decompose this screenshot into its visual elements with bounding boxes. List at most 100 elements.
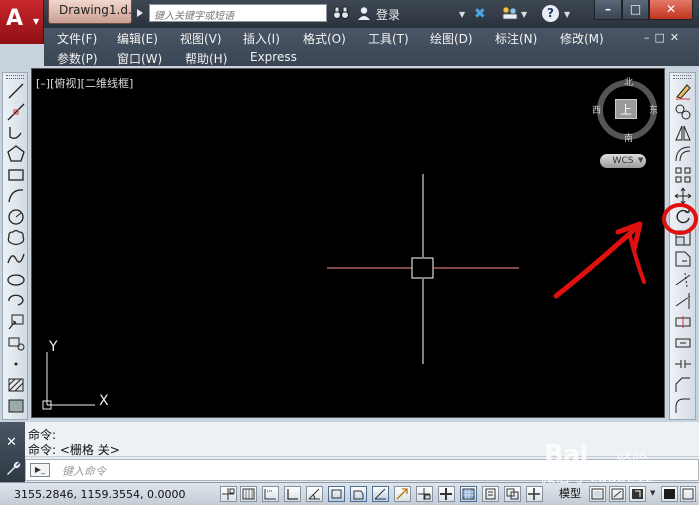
- document-tab[interactable]: Drawing1.d...: [48, 0, 139, 24]
- menu-window[interactable]: 窗口(W): [117, 50, 162, 67]
- menu-parametric[interactable]: 参数(P): [57, 50, 98, 67]
- help-dropdown-icon[interactable]: ▼: [564, 10, 570, 19]
- insert-block-icon[interactable]: [6, 312, 26, 332]
- quick-view-layouts-icon[interactable]: [589, 486, 606, 502]
- break-icon[interactable]: [673, 333, 693, 353]
- login-dropdown-icon[interactable]: ▼: [459, 10, 465, 19]
- menu-insert[interactable]: 插入(I): [243, 30, 280, 47]
- array-icon[interactable]: [673, 165, 693, 185]
- selection-cycling-icon[interactable]: [504, 486, 521, 502]
- annotation-scale-icon[interactable]: [629, 486, 646, 502]
- application-menu-button[interactable]: A ▼: [0, 0, 44, 44]
- status-dropdown-icon[interactable]: ▼: [650, 489, 655, 497]
- menu-express[interactable]: Express: [250, 50, 297, 64]
- join-icon[interactable]: [673, 354, 693, 374]
- coordinate-readout[interactable]: 3155.2846, 1159.3554, 0.0000: [14, 488, 185, 501]
- command-history-line: 命令: <栅格 关>: [28, 443, 120, 457]
- user-icon[interactable]: [357, 6, 371, 20]
- quick-view-drawings-icon[interactable]: [609, 486, 626, 502]
- snap-mode-icon[interactable]: [240, 486, 257, 502]
- transparency-icon[interactable]: [460, 486, 477, 502]
- model-space-button[interactable]: 模型: [555, 486, 585, 502]
- polar-tracking-icon[interactable]: [306, 486, 323, 502]
- viewcube-west[interactable]: 西: [592, 103, 601, 116]
- viewcube-south[interactable]: 南: [624, 131, 633, 144]
- offset-icon[interactable]: [673, 144, 693, 164]
- polygon-icon[interactable]: [6, 144, 26, 164]
- command-input[interactable]: 键入命令: [62, 463, 106, 479]
- annotation-monitor-icon[interactable]: [526, 486, 543, 502]
- spline-icon[interactable]: [6, 249, 26, 269]
- search-input[interactable]: 键入关键字或短语: [149, 4, 327, 22]
- 3d-object-snap-icon[interactable]: [350, 486, 367, 502]
- stay-connected-dropdown-icon[interactable]: ▼: [521, 10, 527, 19]
- maximize-button[interactable]: □: [622, 0, 649, 20]
- drawing-canvas[interactable]: [–][俯视][二维线框] 北 南 西 东 上 WCS ▼ Y X: [31, 68, 665, 418]
- exchange-apps-icon[interactable]: ✖: [474, 6, 486, 22]
- break-at-point-icon[interactable]: [673, 312, 693, 332]
- arc-icon[interactable]: [6, 186, 26, 206]
- toolbar-grip[interactable]: [673, 75, 691, 79]
- quick-properties-icon[interactable]: [482, 486, 499, 502]
- close-icon[interactable]: ✕: [6, 435, 17, 450]
- viewcube-north[interactable]: 北: [624, 75, 633, 88]
- ortho-mode-icon[interactable]: [284, 486, 301, 502]
- wcs-dropdown-icon[interactable]: ▼: [638, 156, 643, 164]
- workspace-switching-icon[interactable]: [661, 486, 678, 502]
- wrench-icon[interactable]: [5, 460, 21, 476]
- ellipse-arc-icon[interactable]: [6, 291, 26, 311]
- chamfer-icon[interactable]: [673, 375, 693, 395]
- menu-file[interactable]: 文件(F): [57, 30, 97, 47]
- menu-tools[interactable]: 工具(T): [368, 30, 409, 47]
- viewcube-east[interactable]: 东: [649, 103, 658, 116]
- command-prompt-icon[interactable]: ▶_: [30, 463, 50, 477]
- make-block-icon[interactable]: [6, 333, 26, 353]
- ellipse-icon[interactable]: [6, 270, 26, 290]
- menu-format[interactable]: 格式(O): [303, 30, 346, 47]
- clean-screen-icon[interactable]: [680, 486, 696, 502]
- viewcube-top-face[interactable]: 上: [615, 99, 637, 119]
- point-icon[interactable]: [6, 354, 26, 374]
- stretch-icon[interactable]: [673, 249, 693, 269]
- mirror-icon[interactable]: [673, 123, 693, 143]
- login-button[interactable]: 登录: [376, 6, 400, 23]
- grid-display-icon[interactable]: [262, 486, 279, 502]
- menu-draw[interactable]: 绘图(D): [430, 30, 473, 47]
- rotate-icon[interactable]: [673, 207, 693, 227]
- menu-modify[interactable]: 修改(M): [560, 30, 604, 47]
- menu-dimension[interactable]: 标注(N): [495, 30, 537, 47]
- tab-scroll-right-icon[interactable]: [137, 9, 143, 17]
- lineweight-icon[interactable]: [438, 486, 455, 502]
- scale-icon[interactable]: [673, 228, 693, 248]
- polyline-icon[interactable]: [6, 123, 26, 143]
- hatch-icon[interactable]: [6, 375, 26, 395]
- autocad-logo-icon: A: [6, 6, 24, 31]
- minimize-button[interactable]: –: [594, 0, 622, 20]
- infer-constraints-icon[interactable]: [220, 486, 237, 502]
- trim-icon[interactable]: [673, 270, 693, 290]
- binoculars-icon[interactable]: [333, 6, 349, 20]
- document-window-controls[interactable]: –□✕: [644, 31, 699, 45]
- help-icon[interactable]: ?: [542, 5, 559, 22]
- erase-icon[interactable]: [673, 81, 693, 101]
- stay-connected-icon[interactable]: [501, 6, 519, 20]
- fillet-icon[interactable]: [673, 396, 693, 416]
- copy-icon[interactable]: [673, 102, 693, 122]
- move-icon[interactable]: [673, 186, 693, 206]
- menu-edit[interactable]: 编辑(E): [117, 30, 158, 47]
- toolbar-grip[interactable]: [6, 75, 24, 79]
- line-icon[interactable]: [6, 81, 26, 101]
- dynamic-input-icon[interactable]: [416, 486, 433, 502]
- extend-icon[interactable]: [673, 291, 693, 311]
- construction-line-icon[interactable]: [6, 102, 26, 122]
- object-snap-tracking-icon[interactable]: [372, 486, 389, 502]
- revision-cloud-icon[interactable]: [6, 228, 26, 248]
- menu-view[interactable]: 视图(V): [180, 30, 222, 47]
- dynamic-ucs-icon[interactable]: [394, 486, 411, 502]
- rectangle-icon[interactable]: [6, 165, 26, 185]
- close-button[interactable]: ✕: [649, 0, 693, 20]
- menu-help[interactable]: 帮助(H): [185, 50, 227, 67]
- circle-icon[interactable]: [6, 207, 26, 227]
- gradient-icon[interactable]: [6, 396, 26, 416]
- object-snap-icon[interactable]: [328, 486, 345, 502]
